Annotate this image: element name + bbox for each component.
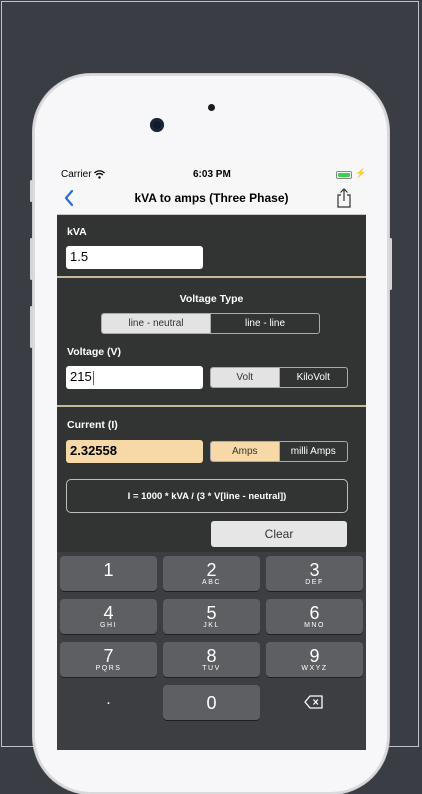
voltage-unit-segmented-control: Volt KiloVolt	[210, 367, 348, 388]
text-cursor	[92, 370, 94, 385]
volume-down-button	[30, 306, 33, 348]
front-camera	[150, 118, 164, 132]
charging-icon: ⚡	[355, 168, 366, 178]
current-label: Current (I)	[67, 419, 118, 431]
key-6[interactable]: 6 MNO	[266, 599, 363, 634]
key-delete[interactable]	[266, 685, 363, 720]
section-divider	[57, 405, 366, 407]
key-3[interactable]: 3 DEF	[266, 556, 363, 591]
segment-volt[interactable]: Volt	[211, 368, 279, 387]
carrier-label: Carrier	[61, 169, 92, 180]
share-icon[interactable]	[336, 188, 352, 209]
voltage-type-segmented-control: line - neutral line - line	[101, 313, 320, 334]
segment-line-line[interactable]: line - line	[210, 314, 319, 333]
power-button	[389, 238, 392, 290]
clock: 6:03 PM	[193, 169, 231, 180]
numeric-keypad: 1 2 ABC 3 DEF 4 GHI 5 JKL 6 MNO 7 PQRS 8 TUV 9W…	[57, 552, 366, 750]
key-decimal[interactable]: .	[60, 685, 157, 720]
page-title: kVA to amps (Three Phase)	[134, 191, 289, 205]
formula-box: I = 1000 * kVA / (3 * V[line - neutral])	[66, 479, 348, 513]
key-1[interactable]: 1	[60, 556, 157, 591]
battery-icon	[336, 171, 352, 179]
key-8[interactable]: 8 TUV	[163, 642, 260, 677]
voltage-value: 215	[70, 369, 92, 384]
segment-amps[interactable]: Amps	[211, 442, 279, 461]
voltage-input[interactable]: 215	[66, 366, 203, 389]
key-7[interactable]: 7 PQRS	[60, 642, 157, 677]
navigation-bar: kVA to amps (Three Phase)	[57, 183, 366, 215]
kva-label: kVA	[67, 226, 87, 238]
segment-milli-amps[interactable]: milli Amps	[278, 442, 348, 461]
kva-input[interactable]: 1.5	[66, 246, 203, 269]
mute-switch	[30, 180, 33, 202]
status-bar: Carrier 6:03 PM ⚡	[57, 167, 366, 183]
speaker	[208, 104, 215, 111]
volume-up-button	[30, 238, 33, 280]
voltage-label: Voltage (V)	[67, 346, 122, 358]
wifi-icon	[94, 170, 105, 179]
key-4[interactable]: 4 GHI	[60, 599, 157, 634]
voltage-type-label: Voltage Type	[179, 293, 244, 305]
app-screen: Carrier 6:03 PM ⚡ kVA to amps (Three Pha…	[57, 167, 366, 750]
segment-kilovolt[interactable]: KiloVolt	[278, 368, 348, 387]
clear-button[interactable]: Clear	[211, 521, 347, 547]
key-2[interactable]: 2 ABC	[163, 556, 260, 591]
section-divider	[57, 276, 366, 278]
backspace-icon	[304, 695, 323, 709]
current-unit-segmented-control: Amps milli Amps	[210, 441, 348, 462]
key-5[interactable]: 5 JKL	[163, 599, 260, 634]
segment-line-neutral[interactable]: line - neutral	[102, 314, 210, 333]
key-0[interactable]: 0	[163, 685, 260, 720]
key-9[interactable]: 9 WXYZ	[266, 642, 363, 677]
current-result-field[interactable]: 2.32558	[66, 440, 203, 463]
